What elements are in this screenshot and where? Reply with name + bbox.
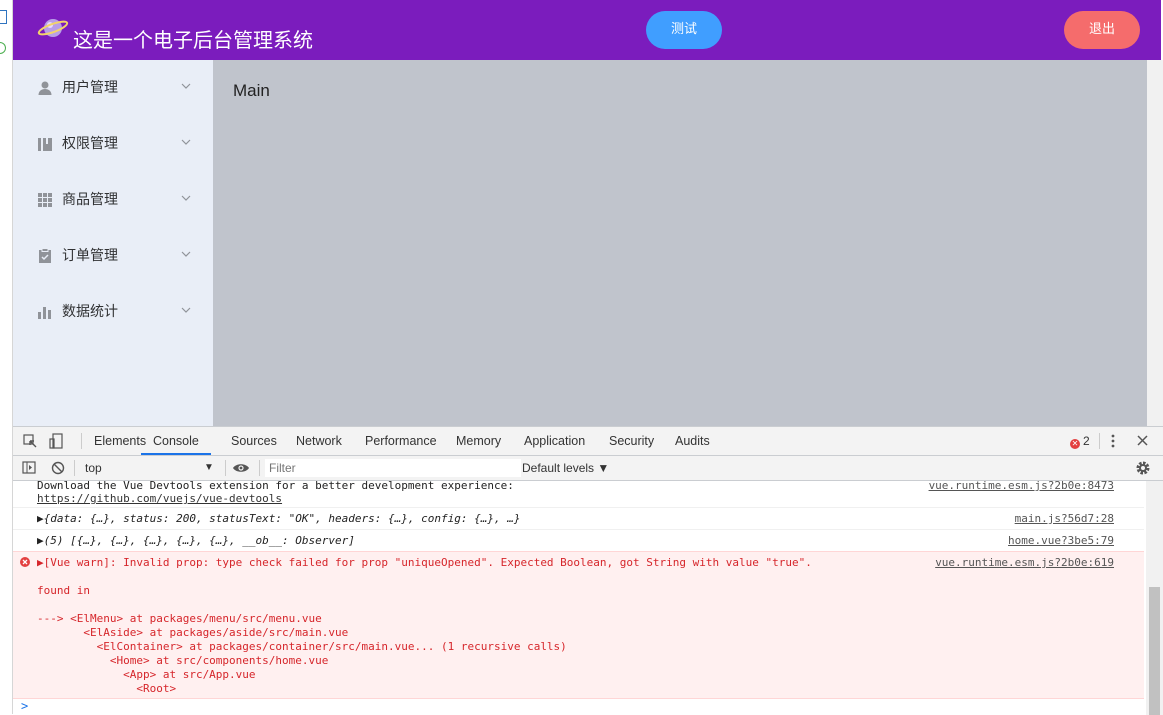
console-scrollbar[interactable] [1146, 481, 1163, 715]
context-value: top [85, 461, 102, 475]
left-edge-strip [0, 0, 13, 714]
tab-audits[interactable]: Audits [675, 427, 710, 455]
message-text[interactable]: ▶(5) [{…}, {…}, {…}, {…}, {…}, __ob__: O… [37, 534, 355, 548]
bar-chart-icon [38, 307, 51, 319]
logout-button[interactable]: 退出 [1064, 11, 1140, 49]
window-edge-icon-2 [0, 42, 6, 54]
console-scrollbar-thumb[interactable] [1149, 587, 1160, 715]
chevron-down-icon [181, 195, 191, 201]
console-message: ▶(5) [{…}, {…}, {…}, {…}, {…}, __ob__: O… [13, 530, 1144, 552]
app-root: 这是一个电子后台管理系统 测试 退出 用户管理 权限管理 商品管理 订单管理 数… [13, 0, 1161, 426]
sidebar-menu: 用户管理 权限管理 商品管理 订单管理 数据统计 [13, 60, 213, 426]
console-message: Download the Vue Devtools extension for … [13, 479, 1144, 508]
tab-security[interactable]: Security [609, 427, 654, 455]
console-prompt[interactable]: > [21, 699, 28, 713]
inspect-element-icon[interactable] [23, 434, 37, 448]
chevron-down-icon [181, 307, 191, 313]
message-text[interactable]: ▶{data: {…}, status: 200, statusText: "O… [37, 512, 520, 526]
sidebar-item-permission-management[interactable]: 权限管理 [13, 116, 213, 172]
error-icon: ✕ [1070, 439, 1080, 449]
grid-icon [38, 193, 52, 207]
context-caret-icon: ▼ [204, 462, 214, 473]
error-detail-line: <ElContainer> at packages/container/src/… [37, 640, 567, 653]
user-icon [38, 81, 52, 95]
error-counter[interactable]: ✕ 2 [1070, 434, 1090, 449]
window-edge-icon [0, 10, 7, 24]
sidebar-item-label: 权限管理 [62, 136, 118, 152]
toolbar-divider [225, 460, 226, 476]
console-output: Download the Vue Devtools extension for … [13, 479, 1146, 715]
context-select[interactable]: top [79, 456, 219, 480]
sidebar-item-label: 订单管理 [62, 248, 118, 264]
device-toolbar-icon[interactable] [49, 433, 63, 449]
gear-icon[interactable] [1135, 460, 1151, 476]
clipboard-icon [39, 248, 51, 263]
app-title: 这是一个电子后台管理系统 [73, 28, 313, 52]
main-text: Main [233, 81, 270, 100]
sidebar-toggle-icon[interactable] [22, 461, 36, 474]
error-detail-line: found in [37, 584, 90, 597]
planet-logo-icon [37, 19, 69, 37]
eye-icon[interactable] [232, 462, 250, 474]
chevron-down-icon [181, 251, 191, 257]
close-icon[interactable] [1137, 435, 1148, 446]
clear-console-icon[interactable] [51, 461, 65, 475]
log-levels-select[interactable]: Default levels ▼ [522, 456, 609, 480]
console-filter-input[interactable] [265, 459, 521, 477]
test-button[interactable]: 测试 [646, 11, 722, 49]
message-source[interactable]: vue.runtime.esm.js?2b0e:619 [935, 556, 1114, 570]
main-content: Main [213, 60, 1161, 426]
app-header: 这是一个电子后台管理系统 测试 退出 [13, 0, 1161, 60]
toolbar-divider [81, 433, 82, 449]
sidebar-item-data-statistics[interactable]: 数据统计 [13, 284, 213, 340]
message-source[interactable]: main.js?56d7:28 [1015, 512, 1114, 526]
chevron-down-icon [181, 139, 191, 145]
error-detail-line: <App> at src/App.vue [37, 668, 256, 681]
message-source[interactable]: vue.runtime.esm.js?2b0e:8473 [929, 479, 1114, 493]
sidebar-item-label: 商品管理 [62, 192, 118, 208]
devtools-link[interactable]: https://github.com/vuejs/vue-devtools [37, 492, 282, 506]
tab-sources[interactable]: Sources [231, 427, 277, 455]
tab-memory[interactable]: Memory [456, 427, 501, 455]
page-scrollbar[interactable] [1147, 60, 1163, 426]
tab-elements[interactable]: Elements [94, 427, 146, 455]
toolbar-divider [74, 460, 75, 476]
toolbar-divider [1099, 433, 1100, 449]
sidebar-item-order-management[interactable]: 订单管理 [13, 228, 213, 284]
devtools-tabbar: Elements Console Sources Network Perform… [13, 427, 1163, 456]
toolbar-divider [259, 460, 260, 476]
error-detail-line: ---> <ElMenu> at packages/menu/src/menu.… [37, 612, 322, 625]
devtools-panel: Elements Console Sources Network Perform… [13, 426, 1163, 715]
sidebar-item-label: 用户管理 [62, 80, 118, 96]
error-icon [20, 557, 30, 567]
message-text[interactable]: ▶[Vue warn]: Invalid prop: type check fa… [37, 556, 812, 570]
sidebar-item-label: 数据统计 [62, 304, 118, 320]
error-detail-line: <Home> at src/components/home.vue [37, 654, 329, 667]
lock-panel-icon [38, 138, 52, 151]
message-source[interactable]: home.vue?3be5:79 [1008, 534, 1114, 548]
tab-performance[interactable]: Performance [365, 427, 437, 455]
tab-console[interactable]: Console [141, 427, 211, 455]
sidebar-item-product-management[interactable]: 商品管理 [13, 172, 213, 228]
error-detail-line: <Root> [37, 682, 177, 695]
error-detail-line: <ElAside> at packages/aside/src/main.vue [37, 626, 349, 639]
console-toolbar: top ▼ Default levels ▼ [13, 456, 1163, 481]
sidebar-item-user-management[interactable]: 用户管理 [13, 60, 213, 116]
message-text: Download the Vue Devtools extension for … [37, 479, 514, 492]
error-count-value: 2 [1083, 434, 1090, 448]
chevron-down-icon [181, 83, 191, 89]
tab-network[interactable]: Network [296, 427, 342, 455]
tab-application[interactable]: Application [524, 427, 585, 455]
more-options-icon[interactable] [1110, 434, 1116, 448]
console-message: ▶{data: {…}, status: 200, statusText: "O… [13, 508, 1144, 530]
console-error-message: ▶[Vue warn]: Invalid prop: type check fa… [13, 551, 1144, 699]
